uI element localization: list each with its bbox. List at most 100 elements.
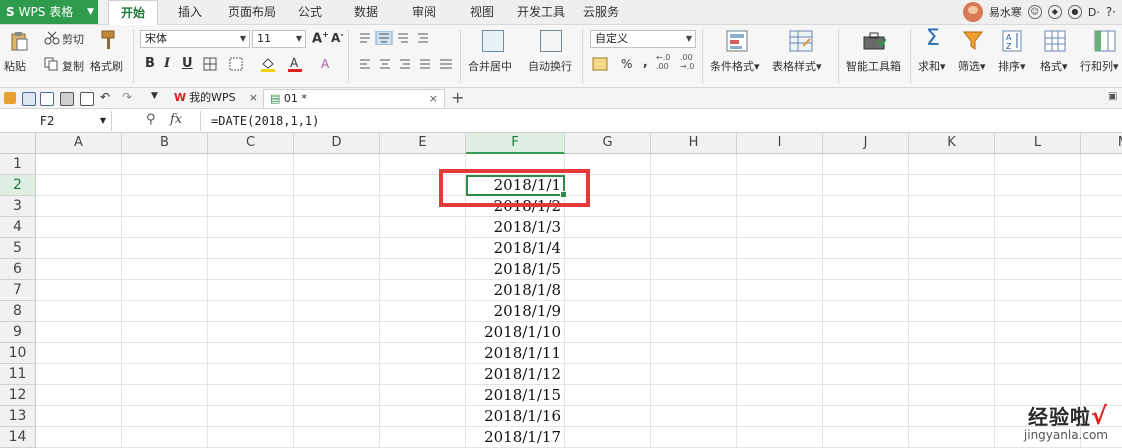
row-header-3[interactable]: 3 (0, 196, 36, 217)
row-header-6[interactable]: 6 (0, 259, 36, 280)
toolbox-icon[interactable] (862, 31, 886, 51)
zoom-icon[interactable]: ⚲ (146, 112, 156, 127)
sum-icon[interactable]: Σ (926, 26, 940, 51)
number-format-select[interactable]: 自定义 ▼ (590, 30, 696, 48)
clear-format-icon[interactable]: A (320, 56, 334, 72)
fill-color-icon[interactable] (260, 56, 276, 72)
percent-button[interactable]: % (621, 57, 632, 71)
smart-toolbox-button[interactable]: 智能工具箱 (846, 58, 901, 74)
undo-icon[interactable]: ↶ (100, 90, 110, 104)
merge-center-button[interactable]: 合并居中 (468, 58, 512, 74)
cell-f14[interactable]: 2018/1/17 (466, 427, 565, 448)
format-painter-icon[interactable] (98, 29, 118, 51)
cell-f6[interactable]: 2018/1/5 (466, 259, 565, 280)
merge-center-icon[interactable] (482, 30, 504, 52)
column-header-b[interactable]: B (122, 133, 208, 154)
sum-button[interactable]: 求和▾ (918, 58, 946, 74)
help-icon[interactable]: ?· (1106, 5, 1116, 19)
insert-function-icon[interactable]: fx (170, 112, 182, 127)
horizontal-align-icons[interactable] (358, 58, 454, 70)
currency-icon[interactable] (592, 56, 608, 72)
cell-f8[interactable]: 2018/1/9 (466, 301, 565, 322)
tab-developer[interactable]: 开发工具 (514, 0, 568, 24)
table-style-icon[interactable] (789, 30, 813, 52)
row-header-5[interactable]: 5 (0, 238, 36, 259)
row-header-9[interactable]: 9 (0, 322, 36, 343)
column-header-g[interactable]: G (565, 133, 651, 154)
filter-icon[interactable] (962, 30, 984, 52)
panel-toggle-icon[interactable]: ▣ (1108, 91, 1117, 102)
fill-pattern-icon[interactable] (229, 57, 243, 71)
rows-columns-button[interactable]: 行和列▾ (1080, 58, 1119, 74)
row-header-14[interactable]: 14 (0, 427, 36, 448)
row-header-2[interactable]: 2 (0, 175, 36, 196)
row-header-1[interactable]: 1 (0, 154, 36, 175)
row-header-13[interactable]: 13 (0, 406, 36, 427)
tab-my-wps[interactable]: W 我的WPS × (168, 89, 264, 108)
tab-home[interactable]: 开始 (108, 0, 158, 25)
cut-button[interactable]: 剪切 (62, 31, 84, 47)
table-style-button[interactable]: 表格样式▾ (772, 58, 822, 74)
export-pdf-icon[interactable] (40, 92, 54, 106)
cell-f12[interactable]: 2018/1/15 (466, 385, 565, 406)
avatar[interactable] (962, 2, 983, 22)
column-header-m[interactable]: M (1081, 133, 1122, 154)
copy-icon[interactable] (44, 57, 58, 71)
vertical-align-icons[interactable] (358, 31, 434, 45)
column-header-c[interactable]: C (208, 133, 294, 154)
close-icon[interactable]: × (249, 89, 258, 107)
conditional-format-button[interactable]: 条件格式▾ (710, 58, 760, 74)
user-name[interactable]: 易水寒 (989, 4, 1022, 20)
row-header-7[interactable]: 7 (0, 280, 36, 301)
row-header-12[interactable]: 12 (0, 385, 36, 406)
border-icon[interactable] (203, 57, 217, 71)
column-header-k[interactable]: K (909, 133, 995, 154)
font-name-select[interactable]: 宋体 ▼ (140, 30, 250, 48)
row-header-8[interactable]: 8 (0, 301, 36, 322)
increase-font-icon[interactable]: A+ (312, 30, 329, 46)
column-header-e[interactable]: E (380, 133, 466, 154)
cell-f10[interactable]: 2018/1/11 (466, 343, 565, 364)
save-icon[interactable] (22, 92, 36, 106)
cell-f5[interactable]: 2018/1/4 (466, 238, 565, 259)
print-icon[interactable] (60, 92, 74, 106)
decrease-decimal-icon[interactable]: .00 →.0 (680, 53, 694, 71)
paste-icon[interactable] (10, 31, 28, 51)
wrap-text-icon[interactable] (540, 30, 562, 52)
tab-document[interactable]: ▤ 01 * × (263, 89, 445, 108)
column-header-j[interactable]: J (823, 133, 909, 154)
column-header-d[interactable]: D (294, 133, 380, 154)
font-color-icon[interactable]: A (288, 56, 302, 72)
share-icon[interactable]: ◆ (1047, 5, 1062, 19)
increase-decimal-icon[interactable]: ←.0.00 (656, 53, 670, 71)
tab-data[interactable]: 数据 (346, 0, 386, 24)
close-icon[interactable]: × (429, 90, 438, 108)
settings-icon[interactable]: ● (1067, 5, 1082, 19)
sort-button[interactable]: 排序▾ (998, 58, 1026, 74)
more-icon[interactable]: D· (1088, 6, 1100, 19)
comma-button[interactable]: , (643, 55, 648, 69)
tab-review[interactable]: 审阅 (404, 0, 444, 24)
row-header-4[interactable]: 4 (0, 217, 36, 238)
conditional-format-icon[interactable] (726, 30, 748, 52)
format-painter-button[interactable]: 格式刷 (90, 58, 123, 74)
scissors-icon[interactable] (44, 31, 60, 45)
wrap-text-button[interactable]: 自动换行 (528, 58, 572, 74)
format-button[interactable]: 格式▾ (1040, 58, 1068, 74)
row-header-10[interactable]: 10 (0, 343, 36, 364)
bold-button[interactable]: B (145, 56, 155, 71)
row-header-11[interactable]: 11 (0, 364, 36, 385)
spreadsheet-grid[interactable]: ABCDEFGHIJKLM 1234567891011121314 2018/1… (0, 133, 1122, 448)
font-size-select[interactable]: 11 ▼ (252, 30, 306, 48)
select-all-corner[interactable] (0, 133, 36, 154)
italic-button[interactable]: I (164, 56, 170, 71)
cell-f9[interactable]: 2018/1/10 (466, 322, 565, 343)
decrease-font-icon[interactable]: A- (331, 30, 344, 45)
column-header-f[interactable]: F (466, 133, 565, 154)
cell-f7[interactable]: 2018/1/8 (466, 280, 565, 301)
filter-button[interactable]: 筛选▾ (958, 58, 986, 74)
name-box[interactable]: F2 ▼ (0, 111, 112, 131)
paste-button[interactable]: 粘贴 (4, 58, 26, 74)
print-preview-icon[interactable] (80, 92, 94, 106)
customize-dropdown-icon[interactable]: ▼ (151, 91, 158, 101)
